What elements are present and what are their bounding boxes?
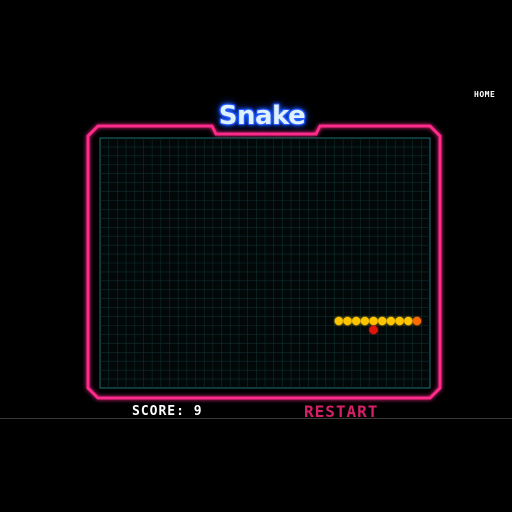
game-board-graphic (86, 124, 442, 400)
divider (0, 418, 512, 419)
snake-body-segment (404, 316, 413, 326)
score-value: 9 (193, 404, 203, 419)
snake-body-segment (360, 316, 370, 326)
game-title: Snake (218, 101, 306, 131)
snake-body-segment (334, 316, 343, 326)
snake-body-segment (395, 316, 404, 326)
snake-head (412, 316, 422, 326)
snake-body-segment (386, 316, 396, 326)
food-pellet (369, 325, 378, 335)
score-display: SCORE: 9 (132, 404, 203, 419)
game-screen: Snake HOME SCORE: 9 RESTART (0, 0, 512, 512)
snake-body-segment (352, 316, 361, 326)
home-link[interactable]: HOME (474, 90, 495, 99)
snake-body-segment (343, 316, 352, 326)
score-label: SCORE: (132, 404, 185, 419)
snake-body-segment (378, 316, 387, 326)
snake-body-segment (369, 316, 378, 326)
food-dot (369, 325, 378, 335)
